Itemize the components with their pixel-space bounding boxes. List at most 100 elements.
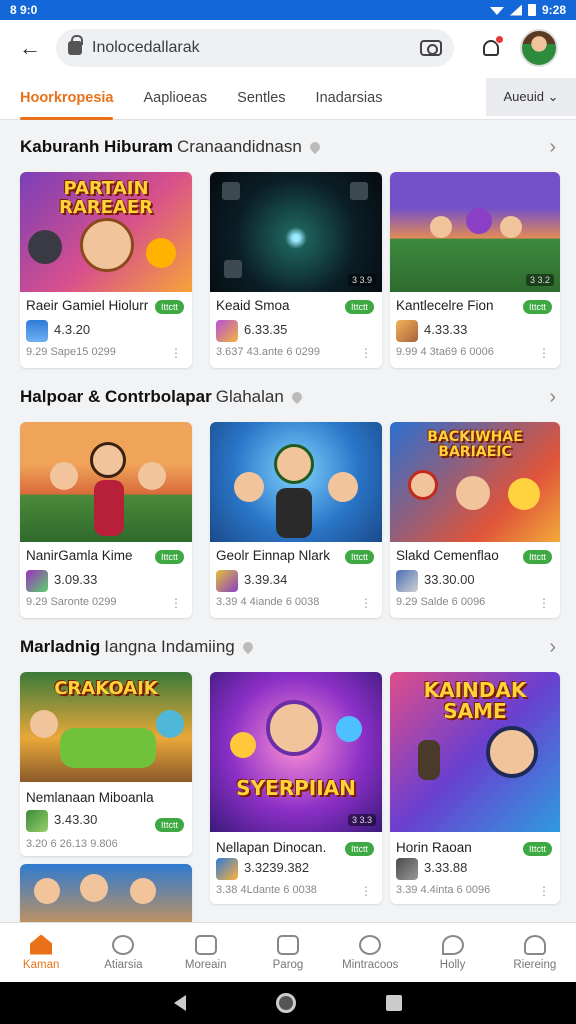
game-meta: 3.38 4Ldante 6 0038 — [216, 884, 317, 896]
section-header[interactable]: Halpoar & Contrbolapar Glahalan › — [20, 382, 556, 412]
status-icons: 9:28 — [489, 3, 566, 17]
game-name: Raeir Gamiel Hiolurr — [26, 298, 149, 313]
game-card[interactable]: 3 3.2 Kantlecelre Fion Ittctt 4.33.33 9.… — [390, 172, 560, 368]
search-bar[interactable]: Inolocedallarak — [56, 29, 454, 67]
app-icon — [26, 320, 48, 342]
section-header[interactable]: Marladnig Iangna Indamiing › — [20, 632, 556, 662]
chat-icon — [276, 934, 299, 955]
nav-item-5[interactable]: Holly — [411, 923, 493, 982]
nav-label: Riereing — [513, 958, 557, 971]
tab-0[interactable]: Hoorkropesia — [20, 76, 114, 120]
game-rating: 33.30.00 — [424, 572, 475, 587]
game-thumbnail: PARTAIN RAREAER — [20, 172, 192, 292]
app-icon — [216, 858, 238, 880]
game-name: Kantlecelre Fion — [396, 298, 494, 313]
section-header[interactable]: Kaburanh Hiburam Cranaandidnasn › — [20, 132, 556, 162]
game-rating: 6.33.35 — [244, 322, 288, 337]
tab-2[interactable]: Sentles — [237, 76, 285, 120]
install-badge[interactable]: Ittctt — [522, 300, 552, 314]
install-badge[interactable]: Ittctt — [154, 818, 184, 832]
nav-item-4[interactable]: Mintracoos — [329, 923, 411, 982]
tab-3[interactable]: Inadarsias — [316, 76, 383, 120]
section-subtitle: Glahalan — [215, 387, 284, 406]
game-card[interactable]: KAINDAK SAME Horin Raoan Ittctt 3.33.88 … — [390, 672, 560, 904]
location-pin-icon — [240, 639, 255, 655]
game-name: Nellapan Dinocan. — [216, 840, 327, 855]
game-rating: 4.3.20 — [54, 322, 91, 337]
install-badge[interactable]: Ittctt — [154, 550, 184, 564]
section-title: Marladnig — [20, 637, 101, 656]
system-nav-bar — [0, 982, 576, 1024]
game-rating: 3.09.33 — [54, 572, 98, 587]
more-options-icon[interactable]: ⋮ — [170, 596, 182, 610]
game-card[interactable]: Geolr Einnap Nlark Ittctt 3.39.34 3.39 4… — [210, 422, 382, 618]
app-icon — [26, 810, 48, 832]
thumbnail-tag: 3 3.9 — [347, 274, 376, 286]
game-thumbnail — [20, 422, 192, 542]
more-options-icon[interactable]: ⋮ — [360, 346, 372, 360]
nav-item-0[interactable]: Kaman — [0, 923, 82, 982]
install-badge[interactable]: Ittctt — [154, 300, 184, 314]
status-time-right: 9:28 — [541, 3, 566, 17]
system-home-icon[interactable] — [276, 993, 296, 1013]
nav-item-1[interactable]: Atiarsia — [82, 923, 164, 982]
more-options-icon[interactable]: ⋮ — [360, 596, 372, 610]
game-card[interactable]: NanirGamla Kime Ittctt 3.09.33 9.29 Saro… — [20, 422, 192, 618]
game-name: Geolr Einnap Nlark — [216, 548, 331, 563]
search-input[interactable]: Inolocedallarak — [92, 39, 410, 57]
game-meta: 3.39 4.4inta 6 0096 — [396, 884, 491, 896]
game-card[interactable]: PARTAIN RAREAER Raeir Gamiel Hiolurr Itt… — [20, 172, 192, 368]
avatar[interactable] — [520, 29, 558, 67]
nav-label: Mintracoos — [342, 958, 399, 971]
install-badge[interactable]: Ittctt — [344, 842, 374, 856]
app-icon — [396, 320, 418, 342]
game-rating: 3.3239.382 — [244, 860, 310, 875]
system-back-icon[interactable] — [174, 995, 186, 1011]
install-badge[interactable]: Ittctt — [344, 550, 374, 564]
game-card[interactable]: BACKIWHAE BARIAEIC Slakd Cemenflao Ittct… — [390, 422, 560, 618]
nav-item-6[interactable]: Riereing — [494, 923, 576, 982]
install-badge[interactable]: Ittctt — [522, 842, 552, 856]
notifications-button[interactable] — [476, 33, 506, 63]
nav-item-3[interactable]: Parog — [247, 923, 329, 982]
game-rating: 3.43.30 — [54, 812, 98, 827]
tab-more-dropdown[interactable]: Aueuid ⌄ — [486, 78, 576, 116]
more-options-icon[interactable]: ⋮ — [360, 884, 372, 898]
thumbnail-tag: 3 3.2 — [525, 274, 554, 286]
back-button[interactable]: ← — [14, 32, 46, 64]
chevron-right-icon[interactable]: › — [549, 136, 556, 159]
game-meta: 9.29 Salde 6 0096 — [396, 596, 486, 608]
more-options-icon[interactable]: ⋮ — [538, 596, 550, 610]
game-card[interactable]: CRAKOAIK Nemlanaan Miboanlan 3.43.30 Itt… — [20, 672, 192, 856]
nav-label: Holly — [439, 958, 466, 971]
game-rating: 3.33.88 — [424, 860, 468, 875]
system-recents-icon[interactable] — [386, 995, 402, 1011]
camera-icon[interactable] — [420, 40, 442, 56]
game-card[interactable]: 3 3.9 Keaid Smoa Ittctt 6.33.35 3.637 43… — [210, 172, 382, 368]
signal-icon — [509, 4, 522, 16]
more-options-icon[interactable]: ⋮ — [538, 884, 550, 898]
game-name: Keaid Smoa — [216, 298, 290, 313]
install-badge[interactable]: Ittctt — [344, 300, 374, 314]
nav-label: Parog — [272, 958, 304, 971]
tab-more-label: Aueuid ⌄ — [503, 89, 559, 104]
section-title: Kaburanh Hiburam — [20, 137, 174, 156]
profile-icon — [523, 934, 546, 955]
game-name: NanirGamla Kime — [26, 548, 133, 563]
top-bar: ← Inolocedallarak — [0, 20, 576, 76]
install-badge[interactable]: Ittctt — [522, 550, 552, 564]
game-card[interactable] — [20, 864, 192, 922]
game-name: Horin Raoan — [396, 840, 472, 855]
game-card[interactable]: SYERPIIAN 3 3.3 Nellapan Dinocan. Ittctt… — [210, 672, 382, 904]
nav-item-2[interactable]: Moreain — [165, 923, 247, 982]
more-options-icon[interactable]: ⋮ — [170, 346, 182, 360]
tab-1[interactable]: Aaplioeas — [143, 76, 207, 120]
app-icon — [396, 858, 418, 880]
app-icon — [26, 570, 48, 592]
content-feed[interactable]: Kaburanh Hiburam Cranaandidnasn › PARTAI… — [0, 120, 576, 922]
chevron-right-icon[interactable]: › — [549, 636, 556, 659]
more-options-icon[interactable]: ⋮ — [538, 346, 550, 360]
notification-dot — [495, 35, 504, 44]
chevron-right-icon[interactable]: › — [549, 386, 556, 409]
location-pin-icon — [289, 389, 304, 405]
